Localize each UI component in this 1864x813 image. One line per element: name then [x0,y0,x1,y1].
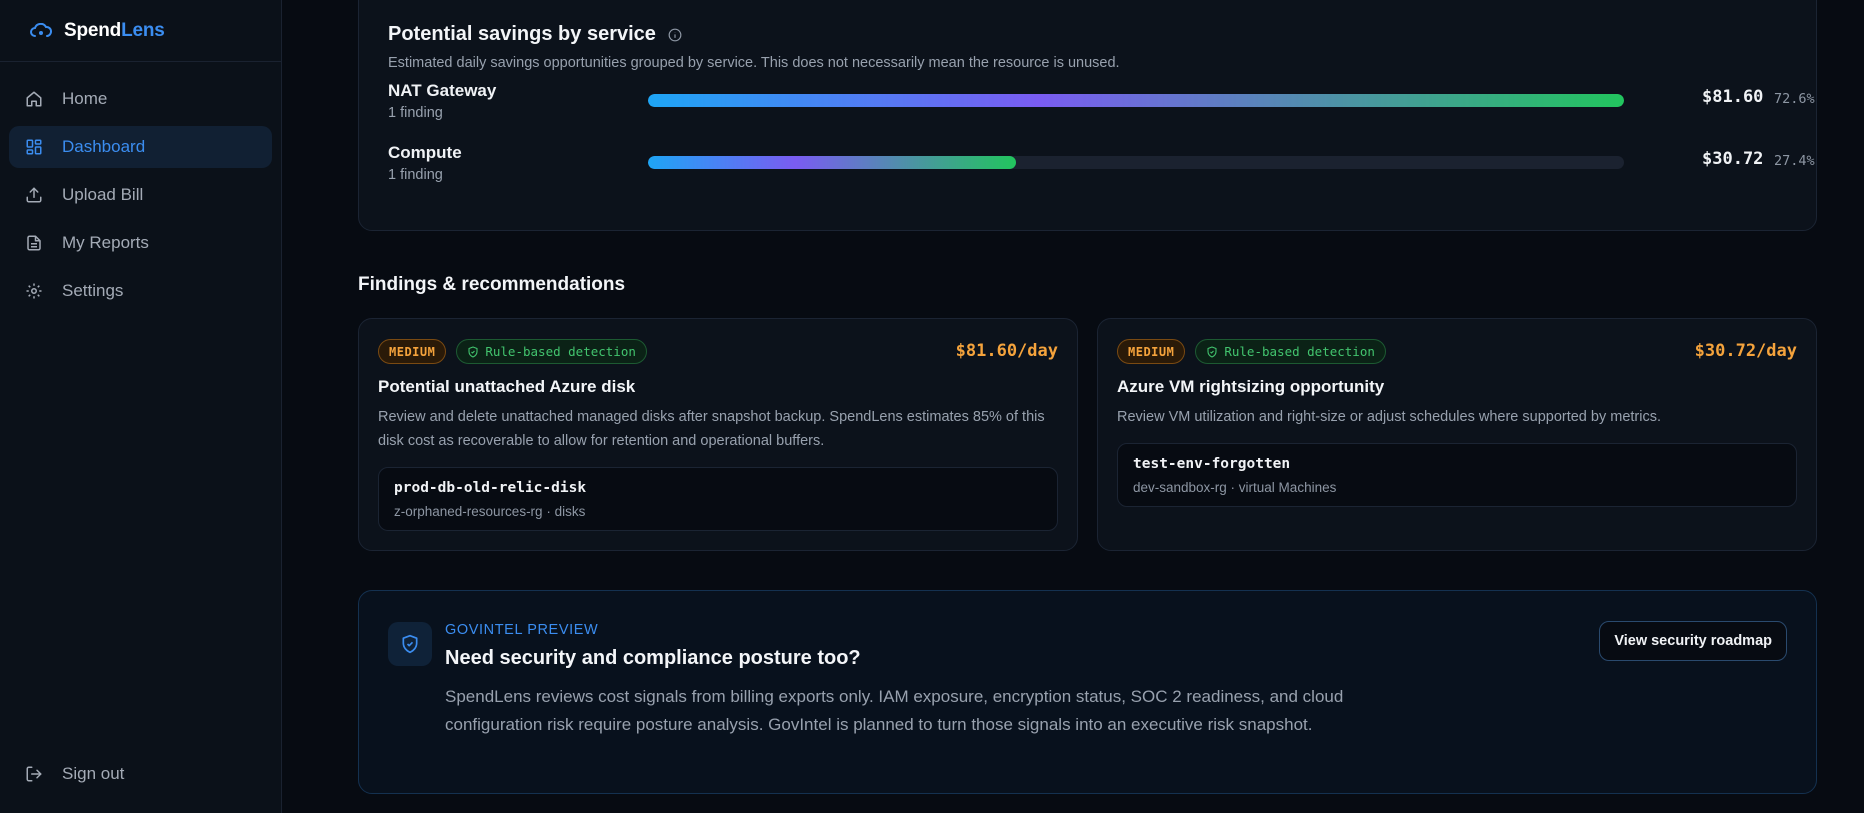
brand[interactable]: SpendLens [0,0,281,62]
document-icon [24,233,44,253]
resource-name: test-env-forgotten [1133,456,1291,472]
savings-subtitle: Estimated daily savings opportunities gr… [388,55,1120,71]
service-name: Compute [388,143,462,162]
service-finding-count: 1 finding [388,105,443,121]
sidebar-nav: Home Dashboard Upload Bill My Reports Se… [0,62,281,312]
brand-name: SpendLens [64,19,165,41]
service-row: NAT Gateway 1 finding $81.60 72.6% [388,81,1815,125]
finding-description: Review VM utilization and right-size or … [1117,409,1661,425]
savings-bar-track [648,156,1624,169]
info-icon[interactable] [668,28,682,42]
govintel-label: GOVINTEL PREVIEW [445,622,599,638]
service-row: Compute 1 finding $30.72 27.4% [388,143,1815,187]
view-security-roadmap-button[interactable]: View security roadmap [1599,621,1787,661]
resource-box[interactable]: test-env-forgotten dev-sandbox-rg · virt… [1117,443,1797,507]
govintel-description: SpendLens reviews cost signals from bill… [445,687,1344,734]
shield-check-icon [468,345,478,358]
sidebar-item-label: Home [62,89,108,108]
resource-meta: z-orphaned-resources-rg · disks [394,504,586,519]
sidebar-item-label: Upload Bill [62,185,144,204]
gear-icon [24,281,44,301]
service-finding-count: 1 finding [388,167,443,183]
savings-bar-fill [648,94,1624,107]
sidebar-item-settings[interactable]: Settings [9,270,272,312]
severity-badge: MEDIUM [1117,339,1186,364]
service-name: NAT Gateway [388,81,497,100]
savings-by-service-card: Potential savings by service Estimated d… [358,0,1817,231]
home-icon [24,89,44,109]
shield-check-icon [388,622,432,666]
dashboard-grid-icon [24,137,44,157]
finding-card[interactable]: MEDIUM Rule-based detection $30.72/day A… [1097,318,1817,551]
finding-cost-per-day: $81.60/day [955,341,1058,361]
detection-badge: Rule-based detection [1195,339,1386,364]
service-amount: $30.72 [1702,149,1764,169]
sign-out-label: Sign out [62,764,125,783]
savings-bar-track [648,94,1624,107]
cloud-dollar-icon [30,22,52,37]
severity-badge: MEDIUM [378,339,447,364]
govintel-preview-card: GOVINTEL PREVIEW Need security and compl… [358,590,1817,794]
service-amount: $81.60 [1702,87,1764,107]
finding-title: Azure VM rightsizing opportunity [1117,377,1385,396]
savings-title: Potential savings by service [388,23,682,46]
sign-out-button[interactable]: Sign out [9,753,273,795]
finding-description: Review and delete unattached managed dis… [378,409,1045,449]
govintel-title: Need security and compliance posture too… [445,647,861,669]
upload-icon [24,185,44,205]
finding-cost-per-day: $30.72/day [1694,341,1797,361]
sidebar-item-dashboard[interactable]: Dashboard [9,126,272,168]
savings-bar-fill [648,156,1016,169]
sidebar-item-label: Settings [62,281,124,300]
sidebar-item-home[interactable]: Home [9,78,272,120]
sidebar-item-my-reports[interactable]: My Reports [9,222,272,264]
sidebar-item-upload-bill[interactable]: Upload Bill [9,174,272,216]
sidebar-item-label: Dashboard [62,137,146,156]
sidebar: SpendLens Home Dashboard Upload Bill My … [0,0,282,813]
finding-title: Potential unattached Azure disk [378,377,636,396]
detection-badge: Rule-based detection [456,339,647,364]
resource-meta: dev-sandbox-rg · virtual Machines [1133,480,1337,495]
sidebar-item-label: My Reports [62,233,149,252]
shield-check-icon [1207,345,1217,358]
finding-badges: MEDIUM Rule-based detection [378,339,647,364]
finding-card[interactable]: MEDIUM Rule-based detection $81.60/day P… [358,318,1078,551]
resource-box[interactable]: prod-db-old-relic-disk z-orphaned-resour… [378,467,1058,531]
resource-name: prod-db-old-relic-disk [394,480,587,496]
findings-section-title: Findings & recommendations [358,274,626,295]
service-percent: 27.4% [1774,153,1815,169]
sign-out-icon [24,764,44,784]
service-percent: 72.6% [1774,91,1815,107]
finding-badges: MEDIUM Rule-based detection [1117,339,1386,364]
